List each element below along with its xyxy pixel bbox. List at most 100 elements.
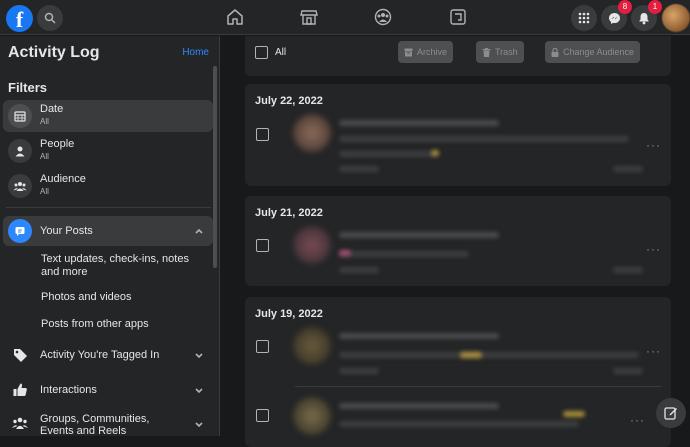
marketplace-nav-button[interactable] <box>298 7 320 27</box>
compose-button[interactable] <box>656 398 686 428</box>
activity-time-redacted <box>613 368 643 374</box>
top-navigation-bar: f 8 1 <box>0 0 690 35</box>
page-title: Activity Log <box>8 44 100 61</box>
activity-title-redacted <box>339 403 499 409</box>
menu-button[interactable] <box>571 5 597 31</box>
activity-body-redacted <box>339 136 629 142</box>
messenger-button[interactable]: 8 <box>601 0 632 31</box>
more-options-icon[interactable]: ··· <box>646 138 661 152</box>
more-options-icon[interactable]: ··· <box>646 242 661 256</box>
activity-body-redacted <box>339 251 469 257</box>
filter-audience-value: All <box>40 187 49 196</box>
groups-communities-icon <box>8 411 32 435</box>
filter-people-value: All <box>40 152 49 161</box>
notifications-badge: 1 <box>648 0 662 14</box>
bulk-actions-toolbar: All Archive Trash Change Audience <box>245 36 671 76</box>
activity-emoji-redacted <box>460 352 482 358</box>
filter-date-label: Date <box>40 103 64 115</box>
compose-icon <box>664 407 677 420</box>
audience-icon <box>8 174 32 198</box>
activity-card: July 21, 2022 ··· <box>245 196 671 286</box>
card-date: July 21, 2022 <box>255 207 323 219</box>
item-divider <box>295 386 661 387</box>
search-icon <box>44 12 56 24</box>
bell-icon <box>639 12 649 24</box>
posts-icon <box>8 219 32 243</box>
chevron-down-icon <box>195 422 203 428</box>
activity-checkbox[interactable] <box>256 409 269 422</box>
activity-emoji-redacted <box>431 150 439 156</box>
activity-time-redacted <box>613 267 643 273</box>
home-icon <box>227 9 243 25</box>
interactions-label: Interactions <box>40 384 97 396</box>
archive-label: Archive <box>417 47 448 57</box>
activity-body-redacted <box>339 421 579 427</box>
activity-log-sidebar: Activity Log Home Filters Date All Peopl… <box>0 36 220 438</box>
activity-privacy-redacted <box>339 166 379 172</box>
activity-emoji-redacted <box>339 250 351 256</box>
calendar-icon <box>8 104 32 128</box>
gaming-icon <box>450 9 466 25</box>
home-nav-button[interactable] <box>224 7 246 27</box>
filter-audience[interactable]: Audience All <box>3 170 213 202</box>
trash-button[interactable]: Trash <box>476 41 524 63</box>
filter-audience-label: Audience <box>40 173 86 185</box>
activity-thumbnail <box>293 327 331 365</box>
filter-date[interactable]: Date All <box>3 100 213 132</box>
facebook-logo-icon[interactable]: f <box>6 5 33 32</box>
more-options-icon[interactable]: ··· <box>630 413 645 427</box>
chevron-up-icon <box>195 228 203 234</box>
filter-people-label: People <box>40 138 75 150</box>
activity-privacy-redacted <box>339 368 379 374</box>
activity-checkbox[interactable] <box>256 239 269 252</box>
activity-title-redacted <box>339 120 499 126</box>
sidebar-divider <box>6 207 211 208</box>
trash-label: Trash <box>495 47 518 57</box>
sub-item-text-updates[interactable]: Text updates, check-ins, notes and more <box>41 253 201 279</box>
card-date: July 22, 2022 <box>255 95 323 107</box>
activity-thumbnail <box>293 114 331 152</box>
archive-icon <box>404 48 413 56</box>
sidebar-item-interactions[interactable]: Interactions <box>3 376 213 404</box>
activity-title-redacted <box>339 232 499 238</box>
sub-item-posts-other-apps[interactable]: Posts from other apps <box>41 318 201 331</box>
tagged-label: Activity You're Tagged In <box>40 349 160 361</box>
sidebar-scrollbar[interactable] <box>213 66 217 268</box>
activity-thumbnail <box>293 226 331 264</box>
sub-item-photos-videos[interactable]: Photos and videos <box>41 291 201 304</box>
card-date: July 19, 2022 <box>255 308 323 320</box>
person-icon <box>8 139 32 163</box>
select-all-checkbox[interactable] <box>255 46 268 59</box>
archive-button[interactable]: Archive <box>398 41 454 63</box>
activity-thumbnail <box>293 397 331 435</box>
sidebar-item-tagged[interactable]: Activity You're Tagged In <box>3 341 213 369</box>
groups-nav-button[interactable] <box>372 7 394 27</box>
activity-time-redacted <box>613 166 643 172</box>
activity-card: July 22, 2022 ··· <box>245 84 671 186</box>
change-audience-button[interactable]: Change Audience <box>545 41 641 63</box>
notifications-button[interactable]: 1 <box>631 0 662 31</box>
home-link[interactable]: Home <box>182 47 209 58</box>
search-button[interactable] <box>37 5 63 31</box>
filter-date-value: All <box>40 117 49 126</box>
sidebar-item-groups[interactable]: Groups, Communities, Events and Reels <box>3 408 213 438</box>
store-icon <box>300 10 318 25</box>
messenger-icon <box>608 12 620 24</box>
filter-people[interactable]: People All <box>3 135 213 167</box>
gaming-nav-button[interactable] <box>447 7 469 27</box>
change-audience-label: Change Audience <box>563 47 635 57</box>
tag-icon <box>8 343 32 367</box>
account-avatar[interactable] <box>662 4 690 32</box>
groups-icon <box>374 8 392 26</box>
messenger-badge: 8 <box>618 0 632 14</box>
select-all-label: All <box>275 47 287 58</box>
trash-icon <box>482 47 491 57</box>
thumbs-up-icon <box>8 378 32 402</box>
activity-checkbox[interactable] <box>256 128 269 141</box>
activity-body-redacted <box>339 151 439 157</box>
sidebar-item-your-posts[interactable]: Your Posts <box>3 216 213 246</box>
your-posts-label: Your Posts <box>40 225 93 237</box>
activity-checkbox[interactable] <box>256 340 269 353</box>
activity-card: July 19, 2022 ··· ··· <box>245 297 671 447</box>
more-options-icon[interactable]: ··· <box>646 344 661 358</box>
